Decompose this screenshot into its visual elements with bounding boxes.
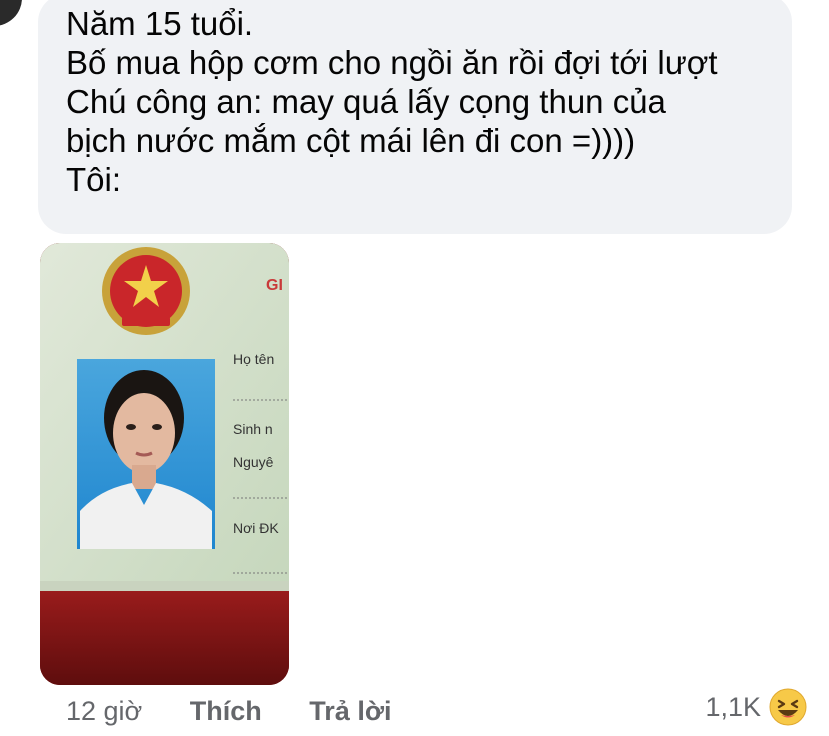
comment-line: Bố mua hộp cơm cho ngồi ăn rồi đợi tới l… <box>66 44 718 81</box>
laughing-emoji-icon <box>769 688 807 726</box>
avatar[interactable] <box>0 0 22 26</box>
origin-label: Nguyê <box>233 454 274 470</box>
id-card-photo[interactable]: GI Họ tên Sinh n Nguyê Nơi ĐK <box>40 243 289 685</box>
emblem-icon <box>102 247 190 335</box>
birth-label: Sinh n <box>233 421 273 437</box>
comment-line: Tôi: <box>66 161 122 198</box>
comment-line: Chú công an: may quá lấy cọng thun của <box>66 83 666 120</box>
reaction-count: 1,1K <box>705 691 761 722</box>
reply-button[interactable]: Trả lời <box>309 696 391 727</box>
like-button[interactable]: Thích <box>190 696 262 727</box>
portrait-photo <box>77 359 215 549</box>
reactions-summary[interactable]: 1,1K <box>705 688 807 726</box>
residence-label: Nơi ĐK <box>233 520 279 536</box>
comment-line: Năm 15 tuổi. <box>66 5 254 42</box>
name-label: Họ tên <box>233 351 274 367</box>
card-header-text: GI <box>266 277 283 294</box>
comment-screenshot: Năm 15 tuổi. Bố mua hộp cơm cho ngồi ăn … <box>0 0 829 736</box>
comment-time[interactable]: 12 giờ <box>66 696 142 727</box>
comment-line: bịch nước mắm cột mái lên đi con =)))) <box>66 122 636 159</box>
comment-bubble: Năm 15 tuổi. Bố mua hộp cơm cho ngồi ăn … <box>38 0 792 234</box>
id-card-image: GI Họ tên Sinh n Nguyê Nơi ĐK <box>40 243 289 685</box>
comment-actions: 12 giờ Thích Trả lời <box>66 696 392 727</box>
